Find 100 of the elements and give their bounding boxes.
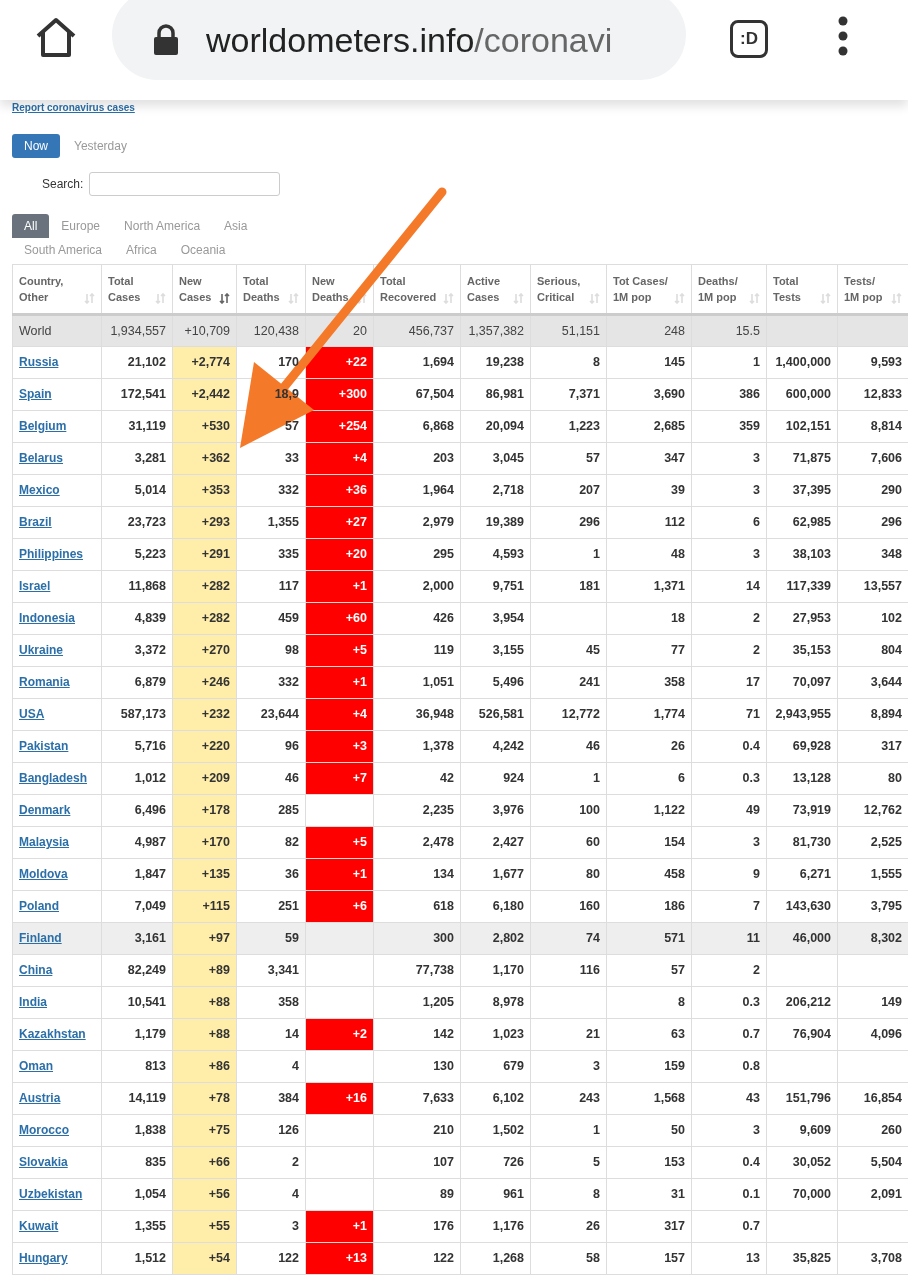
table-cell: 2 bbox=[691, 954, 767, 987]
table-cell: 134 bbox=[373, 858, 461, 891]
country-link[interactable]: Israel bbox=[19, 579, 51, 594]
country-link[interactable]: Oman bbox=[19, 1059, 53, 1074]
table-cell: +178 bbox=[172, 794, 237, 827]
table-cell: 120,438 bbox=[236, 314, 306, 347]
table-cell: +56 bbox=[172, 1178, 237, 1211]
table-cell: +10,709 bbox=[172, 314, 237, 347]
table-cell: 285 bbox=[236, 794, 306, 827]
search-field[interactable] bbox=[89, 172, 281, 196]
table-cell: 36 bbox=[236, 858, 306, 891]
region-tab[interactable]: Asia bbox=[212, 214, 260, 238]
region-tab[interactable]: Africa bbox=[114, 238, 169, 262]
table-cell: 1 bbox=[691, 346, 767, 379]
table-cell: 57 bbox=[530, 442, 607, 475]
table-cell: 71,875 bbox=[766, 442, 838, 475]
table-cell: 679 bbox=[460, 1050, 531, 1083]
country-link[interactable]: Spain bbox=[19, 387, 52, 402]
country-link[interactable]: India bbox=[19, 995, 47, 1010]
table-cell: 117 bbox=[236, 570, 306, 603]
day-tab[interactable]: Now bbox=[12, 134, 60, 158]
sort-icon[interactable] bbox=[219, 293, 230, 304]
table-cell: 9 bbox=[691, 858, 767, 891]
table-cell: +1 bbox=[305, 1210, 374, 1243]
table-cell: 332 bbox=[236, 474, 306, 507]
table-cell: 0.7 bbox=[691, 1210, 767, 1243]
table-cell: 203 bbox=[373, 442, 461, 475]
table-cell: 19,238 bbox=[460, 346, 531, 379]
address-bar[interactable]: worldometers.info/coronavi bbox=[112, 0, 686, 80]
country-link[interactable]: Brazil bbox=[19, 515, 52, 530]
table-cell: 59 bbox=[236, 922, 306, 955]
table-cell: 145 bbox=[606, 346, 692, 379]
table-cell: 11,868 bbox=[101, 570, 173, 603]
table-cell: 295 bbox=[373, 538, 461, 571]
table-cell: 1,838 bbox=[101, 1114, 173, 1147]
table-cell: 7,371 bbox=[530, 378, 607, 411]
table-cell: +3 bbox=[305, 730, 374, 763]
table-cell: 241 bbox=[530, 666, 607, 699]
table-cell: +5 bbox=[305, 634, 374, 667]
table-cell: 2,235 bbox=[373, 794, 461, 827]
table-cell: +300 bbox=[305, 378, 374, 411]
table-cell: 384 bbox=[236, 1082, 306, 1115]
table-cell: 1,170 bbox=[460, 954, 531, 987]
table-cell: 60 bbox=[530, 826, 607, 859]
table-cell: 14 bbox=[691, 570, 767, 603]
table-cell: 2,685 bbox=[606, 410, 692, 443]
table-cell: +282 bbox=[172, 602, 237, 635]
table-cell: 296 bbox=[530, 506, 607, 539]
table-cell: 6 bbox=[691, 506, 767, 539]
table-cell: +16 bbox=[305, 1082, 374, 1115]
table-cell: 1,694 bbox=[373, 346, 461, 379]
table-cell: +4 bbox=[305, 698, 374, 731]
table-cell: 142 bbox=[373, 1018, 461, 1051]
table-cell: 458 bbox=[606, 858, 692, 891]
table-cell: 77,738 bbox=[373, 954, 461, 987]
table-cell: +97 bbox=[172, 922, 237, 955]
table-cell: +1 bbox=[305, 858, 374, 891]
table-cell: 74 bbox=[530, 922, 607, 955]
region-tab[interactable]: Europe bbox=[49, 214, 113, 238]
home-icon[interactable] bbox=[34, 16, 78, 58]
table-cell: 4 bbox=[236, 1050, 306, 1083]
table-cell: 6,868 bbox=[373, 410, 461, 443]
table-cell: 3 bbox=[691, 1114, 767, 1147]
table-cell: 3 bbox=[691, 474, 767, 507]
table-cell: 835 bbox=[101, 1146, 173, 1179]
region-tab[interactable]: Oceania bbox=[168, 238, 238, 262]
table-cell: 36,948 bbox=[373, 698, 461, 731]
table-cell: 119 bbox=[373, 634, 461, 667]
table-cell: 7,049 bbox=[101, 890, 173, 923]
region-tab[interactable]: North America bbox=[112, 214, 213, 238]
table-cell: 359 bbox=[691, 410, 767, 443]
table-cell: 0.4 bbox=[691, 730, 767, 763]
table-cell: +86 bbox=[172, 1050, 237, 1083]
table-cell: 248 bbox=[606, 314, 692, 347]
table-cell: 1,400,000 bbox=[766, 346, 838, 379]
report-link[interactable]: Report coronavirus cases bbox=[12, 101, 908, 115]
table-cell: 1,176 bbox=[460, 1210, 531, 1243]
table-cell: 9,609 bbox=[766, 1114, 838, 1147]
tab-count-button[interactable]: :D bbox=[730, 20, 768, 58]
table-cell: 8,978 bbox=[460, 986, 531, 1019]
day-tab[interactable]: Yesterday bbox=[62, 134, 139, 158]
table-cell: 35,825 bbox=[766, 1242, 838, 1275]
country-link[interactable]: China bbox=[19, 963, 53, 978]
table-cell: 3 bbox=[236, 1210, 306, 1243]
table-cell: 73,919 bbox=[766, 794, 838, 827]
table-cell: +88 bbox=[172, 1018, 237, 1051]
table-cell: 81,730 bbox=[766, 826, 838, 859]
table-cell: +220 bbox=[172, 730, 237, 763]
table-cell: 96 bbox=[236, 730, 306, 763]
region-tab[interactable]: All bbox=[12, 214, 50, 238]
table-cell: 3,155 bbox=[460, 634, 531, 667]
table-cell: 1,122 bbox=[606, 794, 692, 827]
table-cell: 63 bbox=[606, 1018, 692, 1051]
table-cell: 13,128 bbox=[766, 762, 838, 795]
table-cell: +2,442 bbox=[172, 378, 237, 411]
table-cell: 1,677 bbox=[460, 858, 531, 891]
region-tab[interactable]: South America bbox=[12, 238, 115, 262]
country-link[interactable]: USA bbox=[19, 707, 45, 722]
table-cell: 50 bbox=[606, 1114, 692, 1147]
table-cell: 726 bbox=[460, 1146, 531, 1179]
